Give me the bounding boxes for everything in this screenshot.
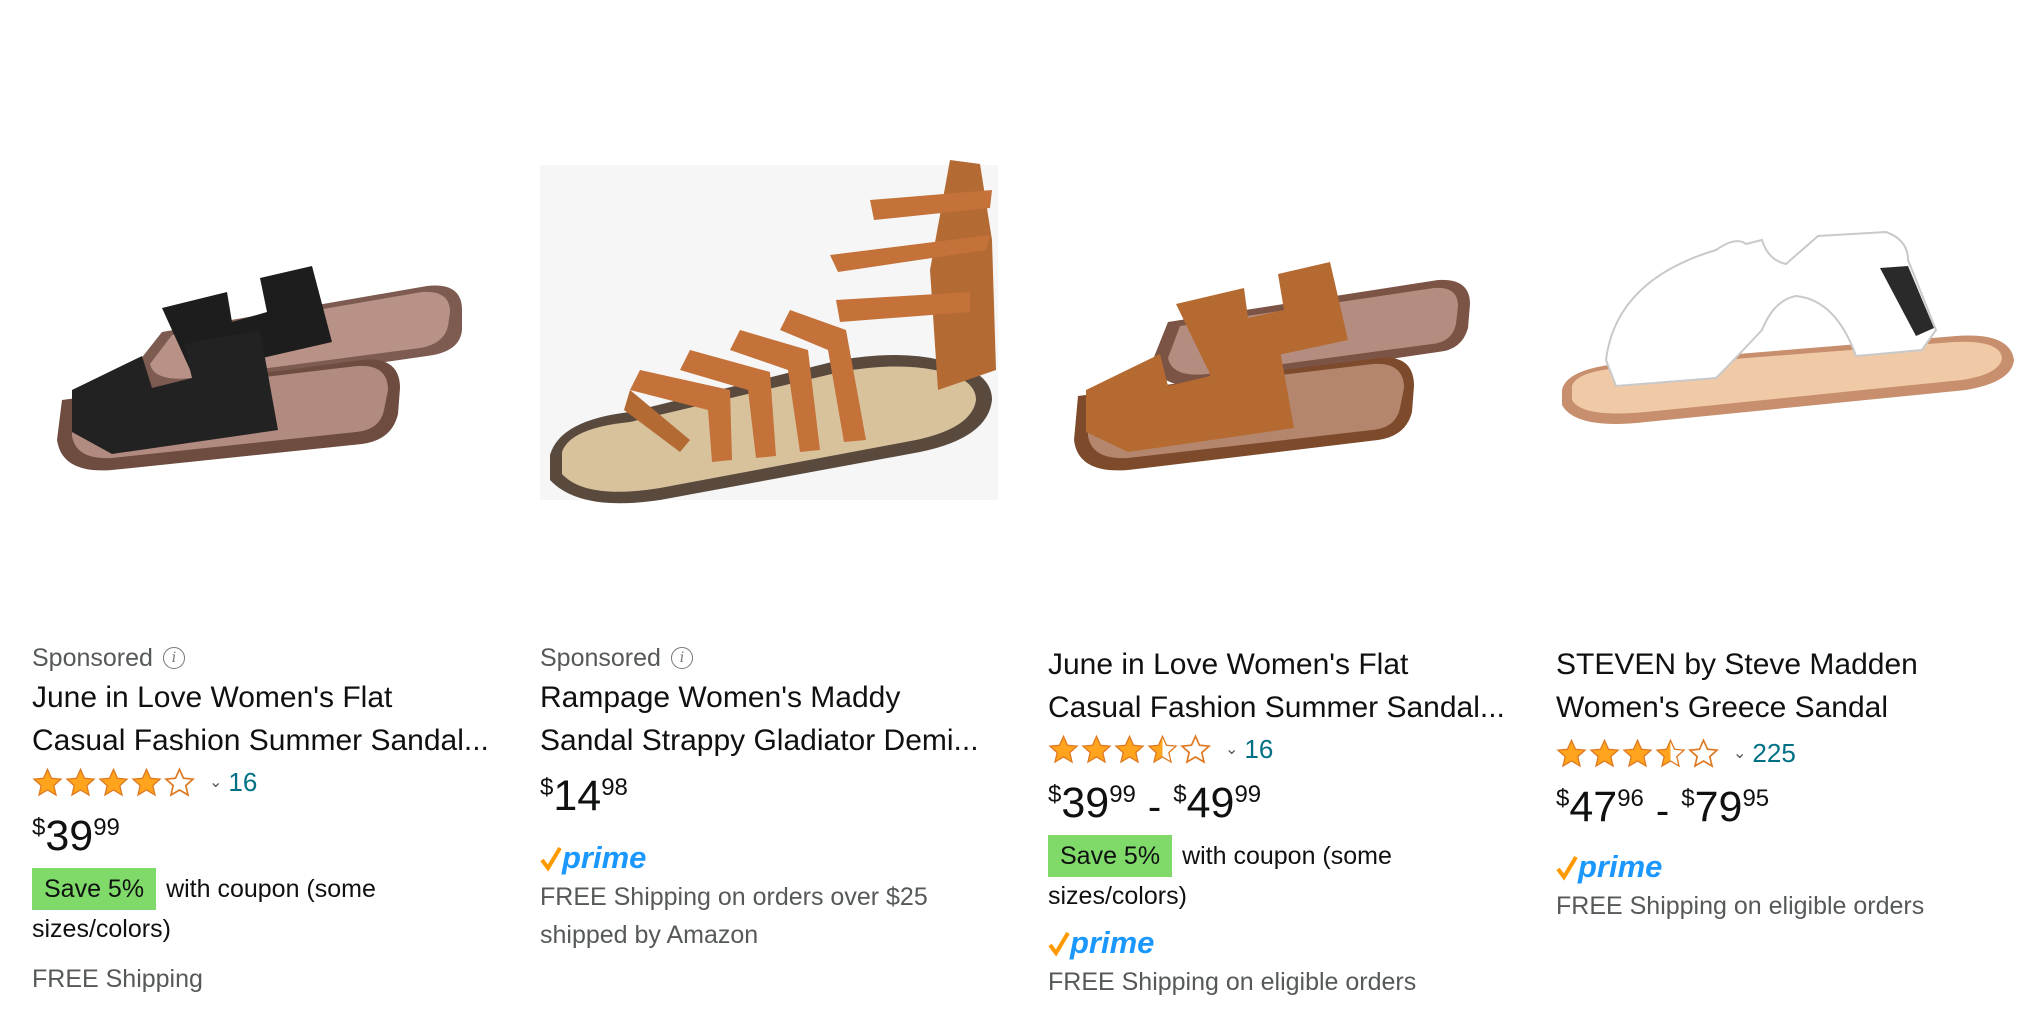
coupon-text-line2: sizes/colors): [1048, 882, 1187, 910]
product-title[interactable]: June in Love Women's Flat Casual Fashion…: [32, 676, 502, 762]
sponsored-text: Sponsored: [32, 643, 153, 672]
star-full-icon: [131, 767, 162, 796]
star-empty-icon: [1180, 733, 1211, 764]
price-range[interactable]: $ 47 96 - $ 79 95: [1556, 779, 2018, 839]
price-high-whole: 79: [1694, 783, 1743, 831]
price-whole: 39: [45, 812, 94, 860]
sponsored-label: Sponsored i: [32, 640, 502, 676]
price-fraction: 98: [601, 774, 628, 801]
product-image[interactable]: [1556, 60, 2018, 620]
price-range-dash: -: [1655, 789, 1670, 833]
price-whole: 39: [1061, 779, 1110, 827]
product-title[interactable]: June in Love Women's Flat Casual Fashion…: [1048, 643, 1518, 729]
prime-badge: prime: [540, 838, 1010, 878]
coupon-text-line2: sizes/colors): [32, 915, 171, 943]
product-title-line1[interactable]: June in Love Women's Flat: [1048, 643, 1518, 686]
product-title-line2[interactable]: Casual Fashion Summer Sandal...: [32, 719, 502, 762]
sponsored-text: Sponsored: [540, 643, 661, 672]
star-full-icon: [1081, 734, 1112, 763]
rating-row[interactable]: ⌄ 16: [1048, 729, 1518, 769]
product-title-line1[interactable]: STEVEN by Steve Madden: [1556, 643, 2018, 686]
star-half-icon: [1655, 738, 1686, 767]
sponsored-label: Sponsored i: [540, 640, 1010, 676]
star-rating[interactable]: [1048, 733, 1213, 765]
prime-badge: prime: [1048, 923, 1518, 963]
review-count-link[interactable]: 225: [1752, 738, 1795, 769]
product-card[interactable]: Sponsored i Rampage Women's Maddy Sandal…: [540, 0, 1010, 1030]
product-title-line1[interactable]: June in Love Women's Flat: [32, 676, 502, 719]
shipping-text: FREE Shipping on eligible orders: [1556, 892, 1925, 920]
star-full-icon: [1556, 738, 1587, 767]
product-title-line2[interactable]: Casual Fashion Summer Sandal...: [1048, 686, 1518, 729]
price-fraction: 99: [1109, 781, 1136, 808]
coupon[interactable]: Save 5% with coupon (some sizes/colors): [32, 868, 502, 948]
star-rating[interactable]: [32, 766, 197, 798]
prime-check-icon: [540, 846, 562, 872]
star-full-icon: [32, 767, 63, 796]
price-whole: 47: [1569, 783, 1618, 831]
price-symbol: $: [540, 774, 554, 801]
prime-badge: prime: [1556, 847, 2018, 887]
price-high-whole: 49: [1186, 779, 1235, 827]
price-range-dash: -: [1147, 785, 1162, 829]
chevron-down-icon[interactable]: ⌄: [1225, 739, 1238, 759]
product-image[interactable]: [32, 60, 502, 620]
prime-logo-text: prime: [1070, 925, 1155, 960]
product-title-line2[interactable]: Sandal Strappy Gladiator Demi...: [540, 719, 1010, 762]
rating-row[interactable]: ⌄ 16: [32, 762, 502, 802]
price-fraction: 99: [93, 814, 120, 841]
star-empty-icon: [1688, 737, 1719, 768]
product-title[interactable]: Rampage Women's Maddy Sandal Strappy Gla…: [540, 676, 1010, 762]
price-symbol: $: [32, 814, 46, 841]
product-card[interactable]: STEVEN by Steve Madden Women's Greece Sa…: [1556, 0, 2018, 1030]
info-icon[interactable]: i: [670, 647, 693, 669]
star-full-icon: [1589, 738, 1620, 767]
rating-row[interactable]: ⌄ 225: [1556, 733, 2018, 773]
save-badge: Save 5%: [1048, 835, 1173, 877]
shipping-text: FREE Shipping on eligible orders: [1048, 968, 1417, 996]
star-rating[interactable]: [1556, 737, 1721, 769]
star-empty-icon: [164, 766, 195, 797]
prime-check-icon: [1556, 855, 1578, 881]
chevron-down-icon[interactable]: ⌄: [209, 772, 222, 792]
shipping-text: FREE Shipping: [32, 965, 203, 993]
product-title[interactable]: STEVEN by Steve Madden Women's Greece Sa…: [1556, 643, 2018, 729]
price-high-fraction: 95: [1742, 785, 1770, 812]
product-image[interactable]: [1048, 60, 1518, 620]
prime-check-icon: [1048, 931, 1070, 957]
prime-logo-text: prime: [1578, 849, 1663, 884]
product-title-line1[interactable]: Rampage Women's Maddy: [540, 676, 1010, 719]
coupon-text: with coupon (some: [1182, 842, 1392, 870]
price-fraction: 96: [1617, 785, 1644, 812]
price-range[interactable]: $ 39 99 - $ 49 99: [1048, 775, 1518, 835]
chevron-down-icon[interactable]: ⌄: [1733, 743, 1746, 763]
save-badge: Save 5%: [32, 868, 157, 910]
review-count-link[interactable]: 16: [228, 767, 257, 798]
price[interactable]: $ 39 99: [32, 808, 502, 868]
price-high-symbol: $: [1173, 781, 1187, 808]
product-card[interactable]: June in Love Women's Flat Casual Fashion…: [1048, 0, 1518, 1030]
price-symbol: $: [1048, 781, 1062, 808]
coupon-text: with coupon (some: [166, 875, 376, 903]
shipping-text-line2: shipped by Amazon: [540, 921, 759, 949]
price[interactable]: $ 14 98: [540, 768, 1010, 828]
price-symbol: $: [1556, 785, 1570, 812]
product-title-line2[interactable]: Women's Greece Sandal: [1556, 686, 2018, 729]
product-card[interactable]: Sponsored i June in Love Women's Flat Ca…: [32, 0, 502, 1030]
star-full-icon: [1114, 734, 1145, 763]
coupon[interactable]: Save 5% with coupon (some sizes/colors): [1048, 835, 1518, 915]
prime-logo-text: prime: [562, 840, 647, 875]
shipping-text: FREE Shipping on orders over $25: [540, 883, 928, 911]
info-icon[interactable]: i: [162, 647, 185, 669]
star-full-icon: [98, 767, 129, 796]
price-whole: 14: [553, 772, 602, 820]
price-high-symbol: $: [1681, 785, 1695, 812]
review-count-link[interactable]: 16: [1244, 734, 1273, 765]
star-full-icon: [1622, 738, 1653, 767]
star-full-icon: [1048, 734, 1079, 763]
price-high-fraction: 99: [1234, 781, 1262, 808]
star-full-icon: [65, 767, 96, 796]
product-image[interactable]: [540, 60, 1010, 620]
star-half-icon: [1147, 734, 1178, 763]
